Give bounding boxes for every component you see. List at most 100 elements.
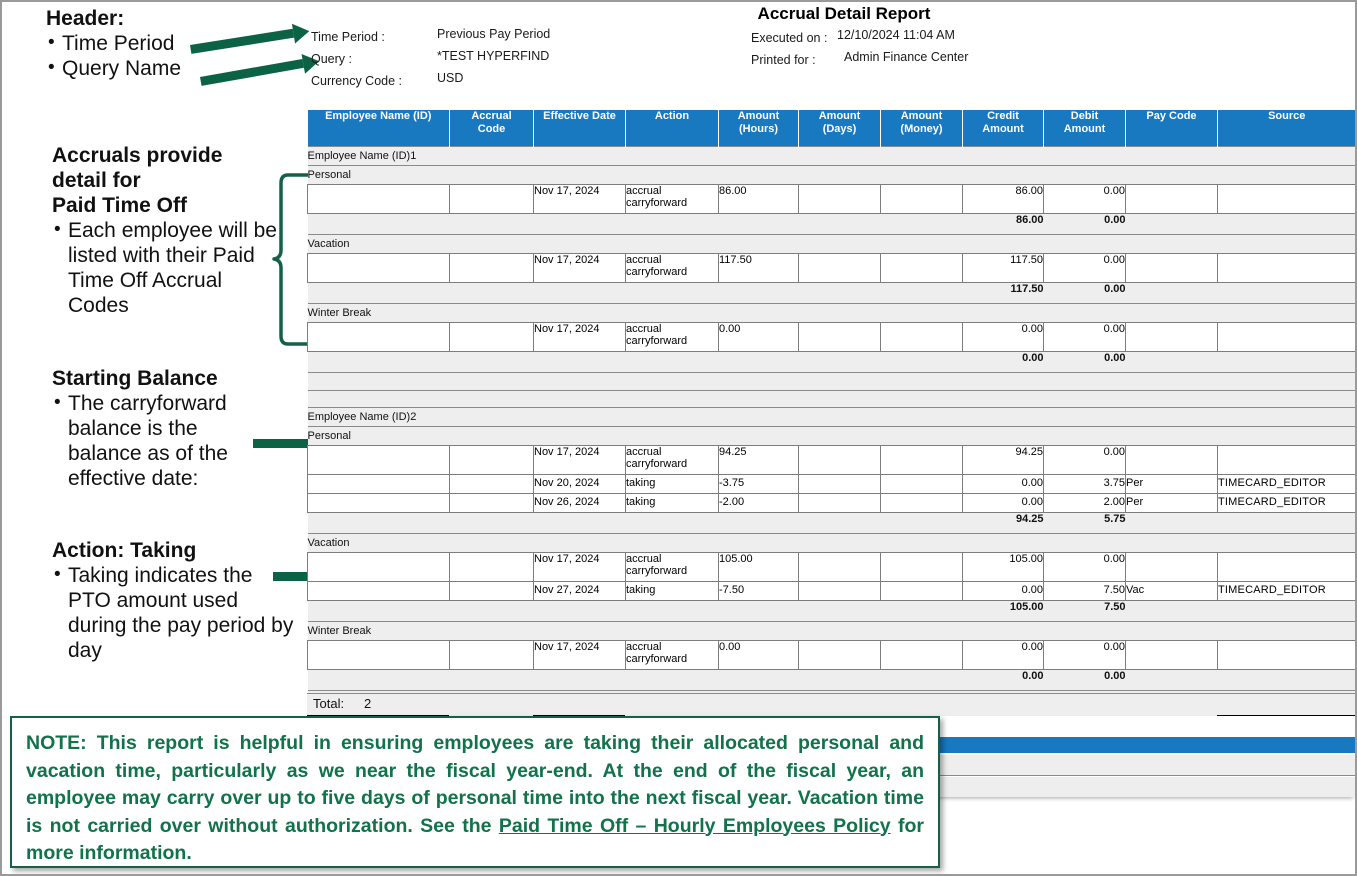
source-cell — [1217, 552, 1356, 582]
subtotal-empty-cell — [1217, 351, 1356, 373]
table-body: Employee Name (ID)1 Personal Nov 17, 2024 a… — [307, 146, 1356, 708]
annotation-action-taking-bullet-0: Taking indicates the PTO amount used dur… — [52, 562, 300, 663]
column-header-source[interactable]: Source — [1217, 110, 1356, 147]
accrual-code-cell — [449, 445, 534, 475]
column-header-debit-amount[interactable]: Debit Amount — [1043, 110, 1126, 147]
annotation-action-taking: Action: Taking Taking indicates the PTO … — [52, 538, 300, 663]
subtotal-credit: 105.00 — [962, 600, 1044, 622]
accrual-code-row: Personal — [307, 165, 1356, 185]
amount-days-cell — [798, 640, 881, 670]
accrual-code-label: Vacation — [307, 533, 1356, 553]
meta-label-printed-for: Printed for : — [751, 53, 816, 67]
subtotal-empty-cell — [533, 351, 626, 373]
pay-code-cell — [1125, 253, 1218, 283]
amount-money-cell — [880, 253, 963, 283]
amount-days-cell — [798, 322, 881, 352]
subtotal-empty-cell — [625, 351, 719, 373]
column-header-amount-money[interactable]: Amount (Money) — [880, 110, 963, 147]
subtotal-debit: 0.00 — [1043, 669, 1126, 691]
employee-name-cell — [307, 253, 450, 283]
table-row[interactable]: Nov 17, 2024 accrual carryforward 117.50 11… — [307, 253, 1356, 283]
column-header-pay-code[interactable]: Pay Code — [1125, 110, 1218, 147]
subtotal-empty-cell — [1125, 512, 1218, 534]
accrual-code-row: Vacation — [307, 234, 1356, 254]
pay-code-cell — [1125, 445, 1218, 475]
column-header-employee-name[interactable]: Employee Name (ID) — [307, 110, 450, 147]
amount-days-cell — [798, 253, 881, 283]
debit-amount-cell: 3.75 — [1043, 474, 1126, 494]
debit-amount-cell: 0.00 — [1043, 552, 1126, 582]
meta-value-time-period: Previous Pay Period — [437, 27, 551, 41]
subtotal-empty-cell — [449, 669, 534, 691]
employee-name-cell — [307, 581, 450, 601]
annotation-accruals-title-line-0: Accruals provide — [52, 144, 223, 167]
action-cell: accrual carryforward — [625, 445, 719, 475]
accrual-code-cell — [449, 184, 534, 214]
subtotal-empty-cell — [880, 351, 963, 373]
meta-value-query: *TEST HYPERFIND — [437, 49, 550, 63]
table-row[interactable]: Nov 17, 2024 accrual carryforward 0.00 0.00… — [307, 322, 1356, 352]
subtotal-empty-cell — [718, 213, 799, 235]
subtotal-credit: 94.25 — [962, 512, 1044, 534]
subtotal-credit: 0.00 — [962, 669, 1044, 691]
subtotal-empty-cell — [1217, 669, 1356, 691]
accrual-code-cell — [449, 552, 534, 582]
table-row[interactable]: Nov 27, 2024 taking -7.50 0.00 7.50 Vac TIMECA… — [307, 581, 1356, 601]
subtotal-row: 94.25 5.75 — [307, 512, 1356, 534]
accrual-code-row: Vacation — [307, 533, 1356, 553]
report-title: Accrual Detail Report — [757, 4, 931, 23]
subtotal-debit: 0.00 — [1043, 282, 1126, 304]
employee-name-cell — [307, 640, 450, 670]
debit-amount-cell: 0.00 — [1043, 253, 1126, 283]
subtotal-credit: 0.00 — [962, 351, 1044, 373]
pay-code-cell — [1125, 640, 1218, 670]
subtotal-empty-cell — [798, 669, 881, 691]
report-total-row: Total: 2 — [307, 693, 1355, 717]
employee-spacer-row — [307, 390, 1356, 408]
source-cell — [1217, 640, 1356, 670]
column-header-amount-money-l2: (Money) — [900, 123, 943, 135]
effective-date-cell: Nov 17, 2024 — [533, 253, 626, 283]
annotation-starting-balance-bullet-0: The carryforward balance is the balance … — [52, 390, 268, 491]
meta-value-printed-for: Admin Finance Center — [844, 50, 969, 64]
subtotal-empty-cell — [1125, 213, 1218, 235]
paid-time-off-policy-link[interactable]: Paid Time Off – Hourly Employees Policy — [499, 815, 891, 837]
subtotal-empty-cell — [880, 512, 963, 534]
column-header-debit-amount-l2: Amount — [1063, 123, 1106, 135]
pay-code-cell: Per — [1125, 474, 1218, 494]
table-row[interactable]: Nov 26, 2024 taking -2.00 0.00 2.00 Per TIMECA… — [307, 493, 1356, 513]
table-row[interactable]: Nov 17, 2024 accrual carryforward 86.00 86.… — [307, 184, 1356, 214]
meta-value-executed-on: 12/10/2024 11:04 AM — [837, 28, 955, 42]
amount-hours-cell: -2.00 — [718, 493, 799, 513]
amount-days-cell — [798, 474, 881, 494]
amount-money-cell — [880, 493, 963, 513]
table-row[interactable]: Nov 17, 2024 accrual carryforward 0.00 0.00… — [307, 640, 1356, 670]
annotation-starting-balance-list: The carryforward balance is the balance … — [52, 390, 268, 491]
credit-amount-cell: 105.00 — [962, 552, 1044, 582]
column-header-amount-days[interactable]: Amount (Days) — [798, 110, 881, 147]
subtotal-empty-cell — [1217, 600, 1356, 622]
column-header-effective-date[interactable]: Effective Date — [533, 110, 626, 147]
column-header-credit-amount[interactable]: Credit Amount — [962, 110, 1044, 147]
subtotal-empty-cell — [533, 282, 626, 304]
column-header-accrual-code[interactable]: Accrual Code — [449, 110, 534, 147]
table-row[interactable]: Nov 20, 2024 taking -3.75 0.00 3.75 Per TIMECA… — [307, 474, 1356, 494]
subtotal-empty-cell — [798, 351, 881, 373]
table-row[interactable]: Nov 17, 2024 accrual carryforward 105.00 10… — [307, 552, 1356, 582]
column-header-credit-amount-l1: Credit — [987, 110, 1019, 122]
annotation-accruals-title-line-1: detail for — [52, 169, 141, 192]
subtotal-empty-cell — [307, 213, 450, 235]
action-cell: taking — [625, 581, 719, 601]
column-header-action[interactable]: Action — [625, 110, 719, 147]
accrual-code-label: Winter Break — [307, 303, 1356, 323]
table-row[interactable]: Nov 17, 2024 accrual carryforward 94.25 94.… — [307, 445, 1356, 475]
subtotal-row: 0.00 0.00 — [307, 669, 1356, 691]
column-header-amount-days-l2: (Days) — [822, 123, 857, 135]
column-header-amount-hours[interactable]: Amount (Hours) — [718, 110, 799, 147]
subtotal-empty-cell — [533, 512, 626, 534]
subtotal-empty-cell — [1125, 351, 1218, 373]
meta-label-query: Query : — [311, 52, 352, 66]
subtotal-empty-cell — [798, 512, 881, 534]
annotation-starting-balance-title: Starting Balance — [52, 367, 218, 390]
note-text: NOTE: This report is helpful in ensuring… — [26, 730, 924, 868]
